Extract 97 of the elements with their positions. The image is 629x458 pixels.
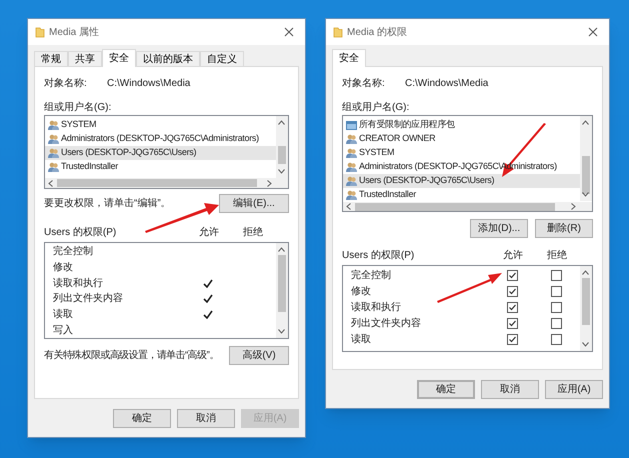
permission-name: 读取	[350, 332, 372, 346]
button[interactable]: 确定	[417, 380, 475, 398]
users-icon	[346, 162, 357, 172]
users-icon	[48, 162, 59, 172]
list-label: 组或用户名(G):	[342, 100, 410, 114]
field-label: 对象名称:	[44, 76, 88, 90]
scrollbar-thumb[interactable]	[57, 179, 257, 187]
permission-name: 读取和执行	[350, 300, 402, 314]
tab[interactable]: 自定义	[200, 51, 244, 66]
window-title: Media 的权限	[347, 26, 408, 40]
permission-name: 列出文件夹内容	[350, 316, 422, 330]
scrollbar[interactable]	[580, 116, 592, 201]
column-header: 拒绝	[547, 248, 567, 263]
list-item[interactable]: Administrators (DESKTOP-JQG765C\Administrators)	[45, 132, 276, 146]
scrollbar[interactable]	[276, 116, 288, 178]
button[interactable]: 确定	[113, 408, 171, 428]
close-icon	[284, 27, 294, 37]
permission-name: 列出文件夹内容	[52, 292, 124, 306]
scrollbar-thumb[interactable]	[582, 278, 590, 325]
list-item-text: Users (DESKTOP-JQG765C\Users)	[61, 146, 196, 160]
list-item-text: 所有受限制的应用程序包	[359, 118, 455, 132]
list-item-text: Administrators (DESKTOP-JQG765C\Administrators)	[61, 132, 259, 146]
list-item-text: CREATOR OWNER	[359, 132, 436, 146]
scrollbar-thumb[interactable]	[278, 255, 286, 312]
permission-name: 写入	[52, 324, 74, 338]
checkbox[interactable]	[550, 270, 562, 280]
column-header: Users 的权限(P)	[342, 248, 416, 263]
scrollbar[interactable]	[276, 243, 288, 338]
checkbox[interactable]	[506, 318, 518, 328]
list-item[interactable]: 所有受限制的应用程序包	[343, 118, 580, 132]
users-icon	[48, 148, 59, 158]
users-icon	[48, 120, 59, 130]
list-item[interactable]: CREATOR OWNER	[343, 132, 580, 146]
column-header: 拒绝	[243, 226, 263, 240]
list-item-text: SYSTEM	[359, 146, 394, 160]
field-label: 对象名称:	[342, 76, 386, 90]
column-header: 允许	[199, 226, 219, 240]
permission-name: 读取	[52, 308, 74, 322]
tab[interactable]: 以前的版本	[136, 51, 200, 66]
scrollbar[interactable]	[45, 178, 288, 188]
list-item-text: TrustedInstaller	[61, 160, 118, 174]
tab[interactable]: 安全	[332, 49, 366, 67]
list-item[interactable]: SYSTEM	[343, 146, 580, 160]
users-icon	[346, 148, 357, 158]
users-icon	[346, 176, 357, 186]
hint-text: 有关特殊权限或高级设置，请单击“高级”。	[44, 348, 220, 362]
scrollbar[interactable]	[580, 266, 592, 351]
list-item[interactable]: TrustedInstaller	[343, 188, 580, 202]
permission-name: 完全控制	[350, 268, 392, 282]
checkbox[interactable]	[550, 286, 562, 296]
list-item-text: TrustedInstaller	[359, 188, 416, 202]
checkbox[interactable]	[506, 270, 518, 280]
button[interactable]: 取消	[177, 408, 235, 428]
users-icon	[48, 134, 59, 144]
checkbox[interactable]	[550, 334, 562, 344]
checkbox[interactable]	[506, 334, 518, 344]
button[interactable]: 删除(R)	[535, 219, 593, 238]
column-header: Users 的权限(P)	[44, 226, 118, 240]
list-item[interactable]: TrustedInstaller	[45, 160, 276, 174]
scrollbar[interactable]	[343, 202, 592, 211]
button[interactable]: 添加(D)...	[470, 219, 528, 238]
button[interactable]: 高级(V)	[229, 346, 289, 364]
arrow-annotation	[437, 273, 502, 303]
checkbox[interactable]	[506, 286, 518, 296]
list-item[interactable]: Users (DESKTOP-JQG765C\Users)	[343, 174, 580, 188]
list-item[interactable]: Users (DESKTOP-JQG765C\Users)	[45, 146, 276, 160]
checkbox[interactable]	[550, 318, 562, 328]
permission-name: 读取和执行	[52, 276, 104, 291]
column-header: 允许	[503, 248, 523, 263]
checkbox[interactable]	[550, 302, 562, 312]
hint-text: 要更改权限，请单击“编辑”。	[44, 196, 172, 210]
button[interactable]: 编辑(E)...	[219, 194, 289, 212]
list-label: 组或用户名(G):	[44, 100, 112, 114]
tab[interactable]: 安全	[102, 49, 136, 67]
field-value: C:\Windows\Media	[405, 76, 488, 90]
permission-name: 修改	[350, 284, 372, 298]
folder-icon	[333, 26, 343, 38]
permission-name: 完全控制	[52, 244, 94, 260]
window-title: Media 属性	[49, 26, 100, 40]
scrollbar-thumb[interactable]	[278, 146, 286, 164]
checkbox[interactable]	[506, 302, 518, 312]
users-icon	[346, 134, 357, 144]
users-icon	[346, 190, 357, 200]
list-item-text: Users (DESKTOP-JQG765C\Users)	[359, 174, 494, 188]
button[interactable]: 应用(A)	[545, 380, 603, 398]
close-icon	[588, 27, 598, 37]
list-item[interactable]: SYSTEM	[45, 118, 276, 132]
package-icon	[346, 120, 357, 130]
permission-name: 修改	[52, 261, 74, 275]
scrollbar-thumb[interactable]	[582, 156, 590, 194]
folder-icon	[35, 26, 45, 38]
list-item-text: SYSTEM	[61, 118, 96, 132]
button[interactable]: 取消	[481, 380, 539, 398]
field-value: C:\Windows\Media	[107, 76, 190, 90]
tab[interactable]: 常规	[34, 51, 68, 66]
tab[interactable]: 共享	[68, 51, 102, 66]
scrollbar-thumb[interactable]	[355, 202, 555, 210]
